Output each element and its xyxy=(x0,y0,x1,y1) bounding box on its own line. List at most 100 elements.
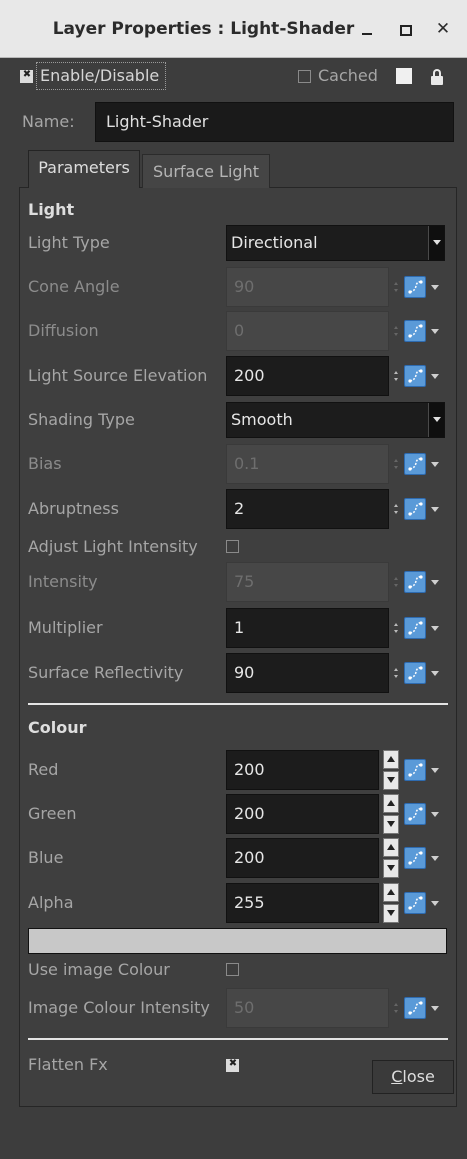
abruptness-function-icon[interactable] xyxy=(404,498,426,520)
spin-up-icon[interactable] xyxy=(383,750,399,769)
red-label: Red xyxy=(28,760,59,779)
intensity-menu-icon[interactable] xyxy=(431,580,439,585)
elevation-function-icon[interactable] xyxy=(404,365,426,387)
multiplier-field[interactable]: 1 xyxy=(226,608,389,648)
reflectivity-field[interactable]: 90 xyxy=(226,653,389,693)
colour-swatch[interactable] xyxy=(28,928,447,954)
minimize-icon[interactable] xyxy=(358,18,380,40)
cone-angle-menu-icon[interactable] xyxy=(431,285,439,290)
red-menu-icon[interactable] xyxy=(431,768,439,773)
cone-angle-function-icon[interactable] xyxy=(404,276,426,298)
elevation-field[interactable]: 200 xyxy=(226,356,389,396)
spin-down-icon[interactable] xyxy=(383,771,399,790)
elevation-stepper[interactable] xyxy=(393,370,399,384)
spin-down-icon[interactable] xyxy=(383,815,399,834)
close-icon[interactable]: ✕ xyxy=(432,18,454,40)
name-field[interactable]: Light-Shader xyxy=(95,102,454,142)
tab-surface-light[interactable]: Surface Light xyxy=(142,154,270,188)
enable-checkbox[interactable] xyxy=(20,69,33,83)
reflectivity-stepper[interactable] xyxy=(393,667,399,681)
bias-stepper xyxy=(393,458,399,472)
abruptness-menu-icon[interactable] xyxy=(431,507,439,512)
close-button[interactable]: Close xyxy=(372,1060,454,1094)
bias-label: Bias xyxy=(28,454,62,473)
title-bar: Layer Properties : Light-Shader ✕ xyxy=(0,0,467,58)
abruptness-stepper[interactable] xyxy=(393,503,399,517)
image-colour-intensity-label: Image Colour Intensity xyxy=(28,998,210,1017)
layer-properties-window: Layer Properties : Light-Shader ✕ Enable… xyxy=(0,0,467,1159)
flatten-fx-checkbox[interactable] xyxy=(226,1058,239,1072)
cached-checkbox[interactable] xyxy=(298,70,311,83)
red-field[interactable]: 200 xyxy=(226,750,379,790)
cone-angle-field: 90 xyxy=(226,267,389,307)
abruptness-field[interactable]: 2 xyxy=(226,489,389,529)
shading-type-select[interactable]: Smooth xyxy=(226,402,445,438)
elevation-menu-icon[interactable] xyxy=(431,374,439,379)
cone-angle-stepper xyxy=(393,281,399,295)
spin-up-icon[interactable] xyxy=(383,883,399,902)
green-menu-icon[interactable] xyxy=(431,812,439,817)
close-mnemonic: C xyxy=(391,1067,403,1086)
image-colour-intensity-function-icon[interactable] xyxy=(404,997,426,1019)
light-type-select[interactable]: Directional xyxy=(226,225,445,261)
bias-menu-icon[interactable] xyxy=(431,462,439,467)
shading-type-value: Smooth xyxy=(231,410,293,429)
alpha-spinner[interactable] xyxy=(383,883,399,923)
use-image-colour-checkbox[interactable] xyxy=(226,963,239,976)
image-colour-intensity-menu-icon[interactable] xyxy=(431,1006,439,1011)
alpha-label: Alpha xyxy=(28,893,74,912)
multiplier-menu-icon[interactable] xyxy=(431,626,439,631)
alpha-function-icon[interactable] xyxy=(404,892,426,914)
maximize-icon[interactable] xyxy=(395,18,417,40)
green-spinner[interactable] xyxy=(383,794,399,834)
spin-down-icon[interactable] xyxy=(383,859,399,878)
intensity-stepper xyxy=(393,576,399,590)
alpha-menu-icon[interactable] xyxy=(431,901,439,906)
adjust-intensity-checkbox[interactable] xyxy=(226,540,239,553)
green-function-icon[interactable] xyxy=(404,803,426,825)
section-divider xyxy=(28,703,448,705)
reflectivity-label: Surface Reflectivity xyxy=(28,663,184,682)
reflectivity-function-icon[interactable] xyxy=(404,662,426,684)
spin-up-icon[interactable] xyxy=(383,838,399,857)
adjust-intensity-label[interactable]: Adjust Light Intensity xyxy=(28,537,198,557)
reflectivity-menu-icon[interactable] xyxy=(431,671,439,676)
intensity-label: Intensity xyxy=(28,572,98,591)
blue-menu-icon[interactable] xyxy=(431,856,439,861)
shading-type-label: Shading Type xyxy=(28,410,135,429)
alpha-field[interactable]: 255 xyxy=(226,883,379,923)
green-field[interactable]: 200 xyxy=(226,794,379,834)
white-toggle-box[interactable] xyxy=(396,68,412,84)
use-image-colour-label[interactable]: Use image Colour xyxy=(28,960,170,980)
diffusion-stepper xyxy=(393,325,399,339)
bias-function-icon[interactable] xyxy=(404,453,426,475)
blue-field[interactable]: 200 xyxy=(226,838,379,878)
intensity-function-icon[interactable] xyxy=(404,571,426,593)
diffusion-function-icon[interactable] xyxy=(404,320,426,342)
image-colour-intensity-field: 50 xyxy=(226,988,389,1028)
window-title: Layer Properties : Light-Shader xyxy=(52,19,355,39)
cone-angle-label: Cone Angle xyxy=(28,277,120,296)
abruptness-label: Abruptness xyxy=(28,499,119,518)
section-divider xyxy=(28,1038,448,1040)
chevron-down-icon[interactable] xyxy=(428,403,444,437)
light-heading: Light xyxy=(28,200,75,219)
chevron-down-icon[interactable] xyxy=(428,226,444,260)
multiplier-function-icon[interactable] xyxy=(404,617,426,639)
spin-down-icon[interactable] xyxy=(383,904,399,923)
lock-icon[interactable] xyxy=(431,69,443,85)
diffusion-field: 0 xyxy=(226,311,389,351)
red-function-icon[interactable] xyxy=(404,759,426,781)
bias-field: 0.1 xyxy=(226,444,389,484)
cached-label[interactable]: Cached xyxy=(318,66,378,86)
spin-up-icon[interactable] xyxy=(383,794,399,813)
diffusion-menu-icon[interactable] xyxy=(431,329,439,334)
elevation-label: Light Source Elevation xyxy=(28,366,208,385)
red-spinner[interactable] xyxy=(383,750,399,790)
blue-function-icon[interactable] xyxy=(404,847,426,869)
flatten-fx-label[interactable]: Flatten Fx xyxy=(28,1055,108,1075)
multiplier-stepper[interactable] xyxy=(393,622,399,636)
blue-spinner[interactable] xyxy=(383,838,399,878)
enable-label[interactable]: Enable/Disable xyxy=(40,66,159,86)
tab-parameters[interactable]: Parameters xyxy=(28,150,140,188)
